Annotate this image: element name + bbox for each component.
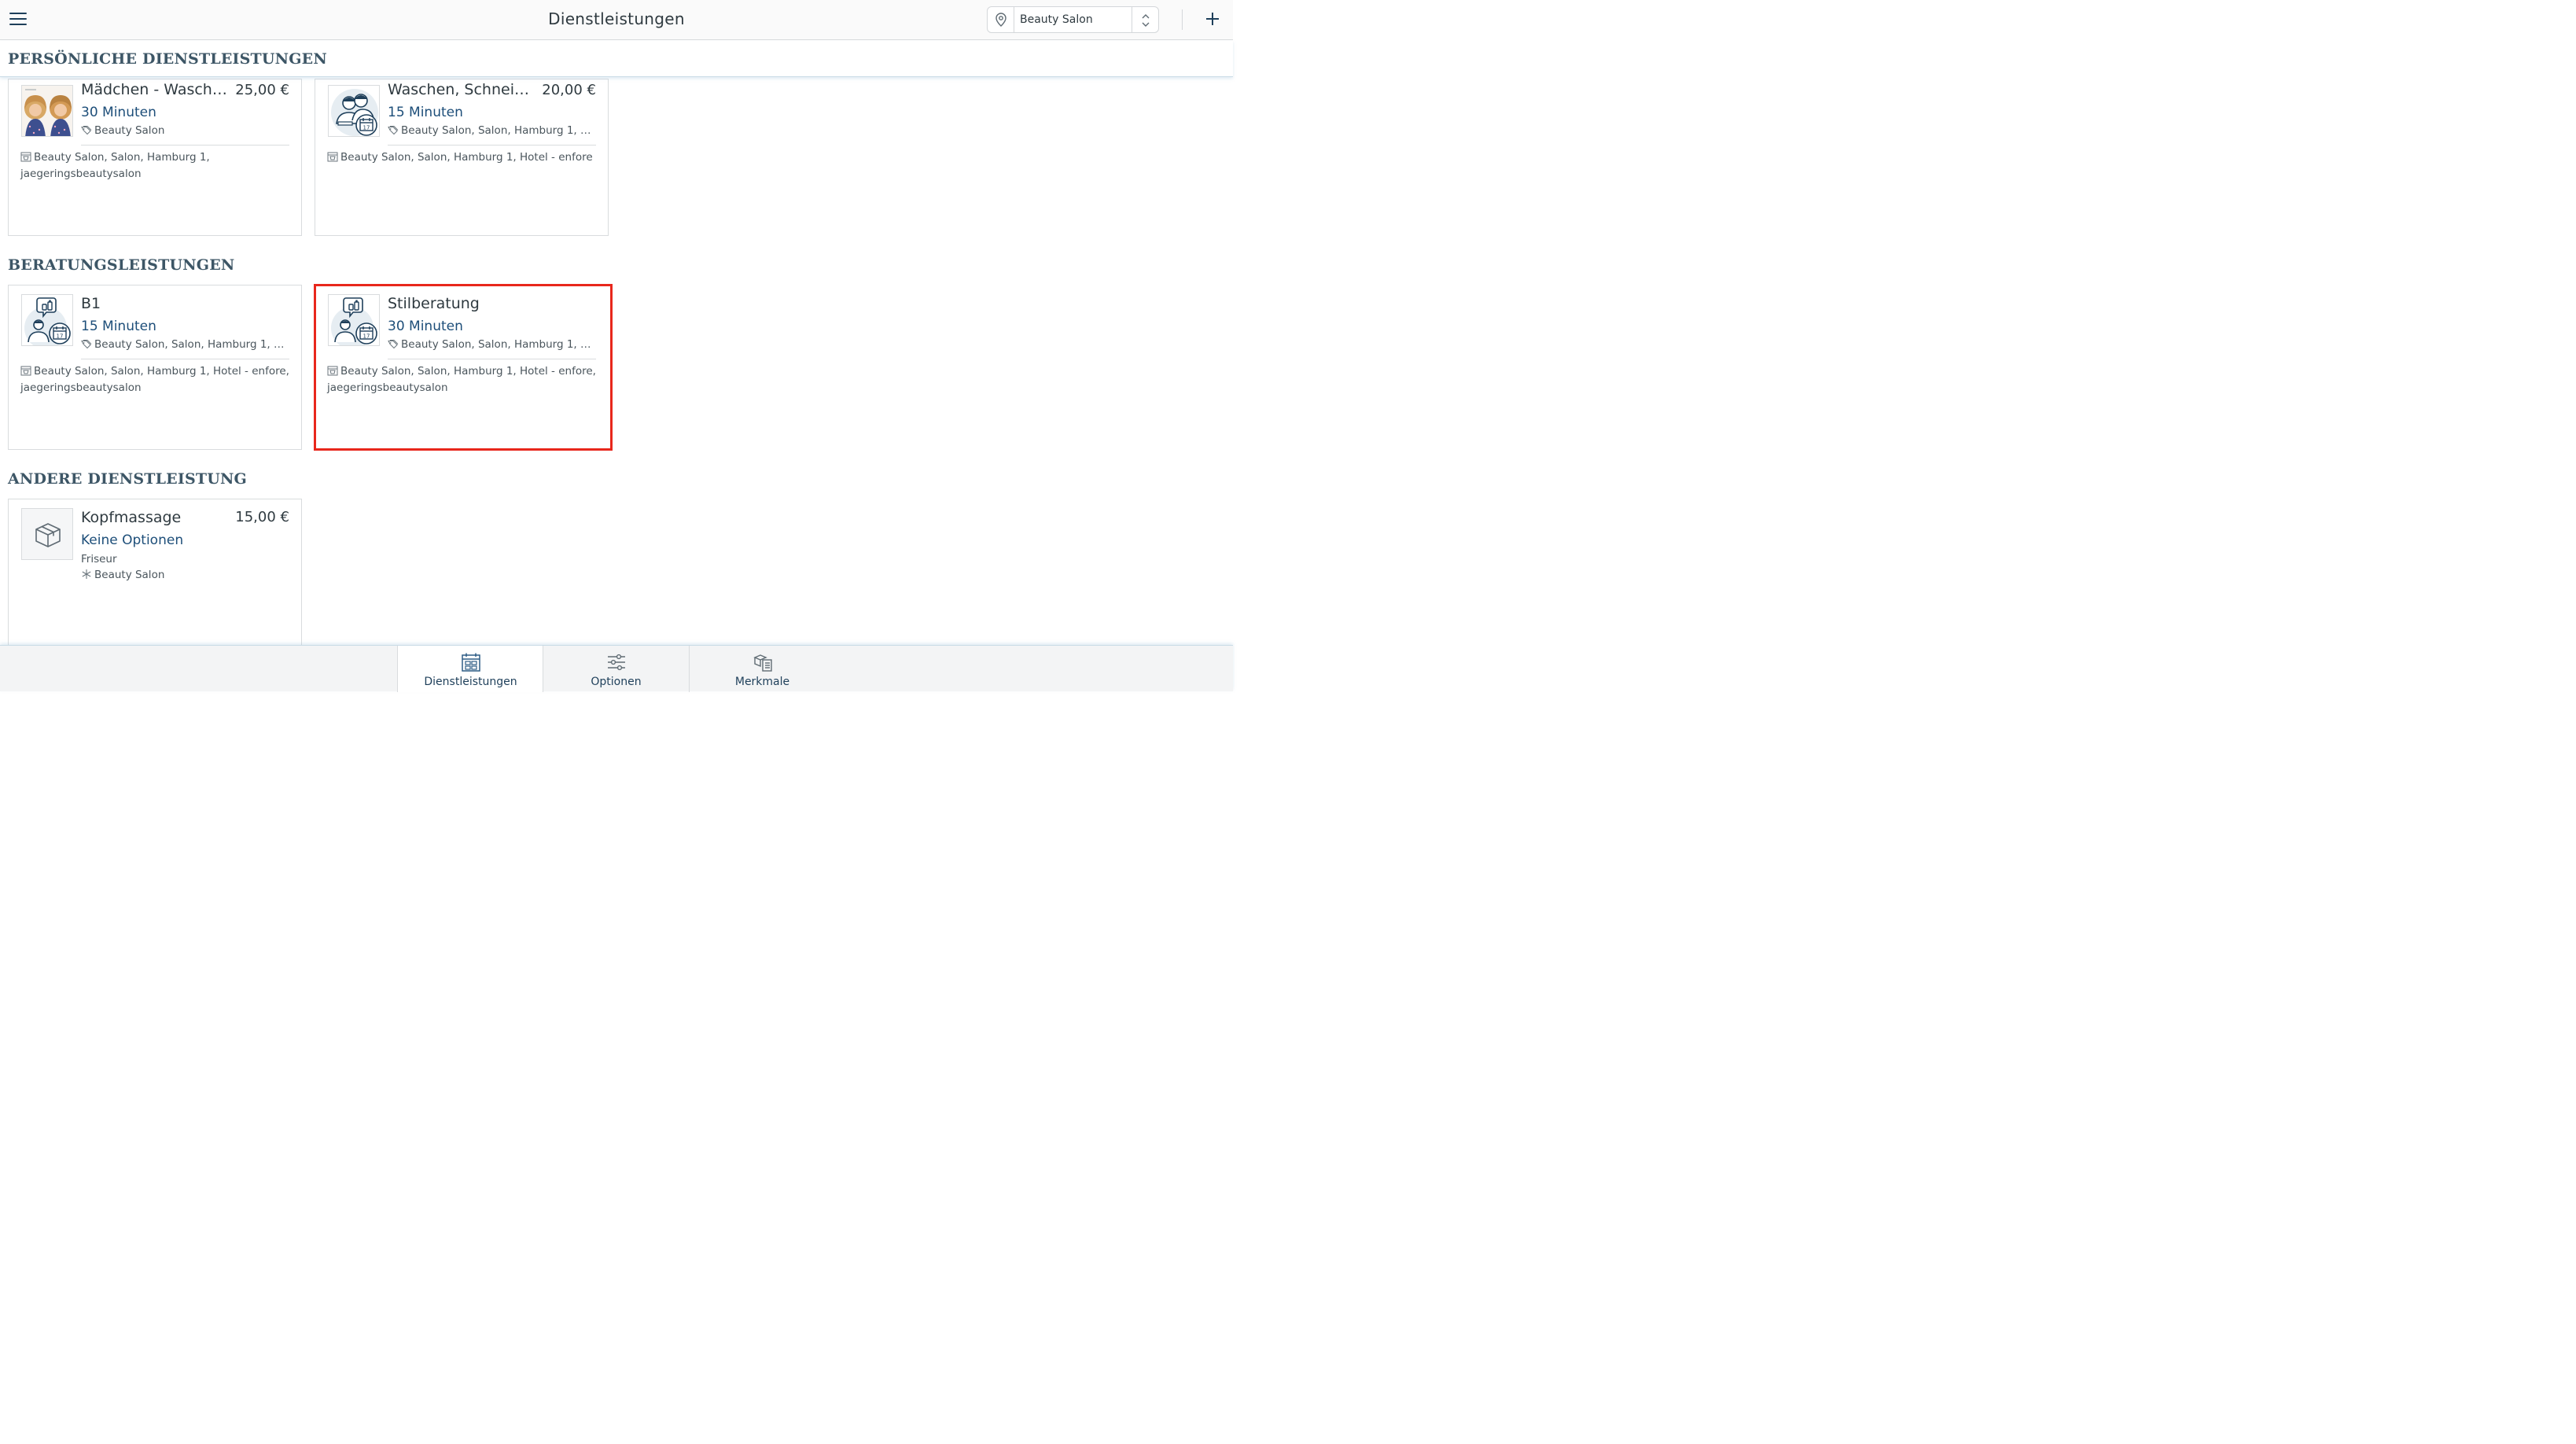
service-tagline: Beauty Salon bbox=[81, 124, 164, 137]
service-price: 20,00 € bbox=[542, 82, 596, 98]
location-selector-value: Beauty Salon bbox=[1020, 13, 1093, 26]
service-locations: Beauty Salon, Salon, Hamburg 1, Hotel - … bbox=[327, 149, 598, 166]
tab-dienstleistungen[interactable]: Dienstleistungen bbox=[397, 646, 543, 692]
tag-icon bbox=[81, 340, 92, 349]
snowflake-icon bbox=[81, 569, 92, 580]
toolbar-divider bbox=[1182, 9, 1183, 30]
service-card-kopfmassage[interactable]: Kopfmassage 15,00 € Keine Optionen Frise… bbox=[8, 499, 302, 656]
service-duration: 30 Minuten bbox=[388, 319, 463, 334]
service-duration: 15 Minuten bbox=[81, 319, 156, 334]
top-bar: Dienstleistungen Beauty Salon bbox=[0, 0, 1233, 40]
map-pin-icon bbox=[988, 7, 1014, 32]
service-card-waschen[interactable]: Waschen, Schneid... 20,00 € 15 Minuten B… bbox=[315, 79, 609, 236]
service-price: 15,00 € bbox=[235, 509, 289, 525]
service-name: Waschen, Schneid... bbox=[388, 81, 537, 98]
card-divider bbox=[388, 145, 596, 146]
service-locations: Beauty Salon, Salon, Hamburg 1, Hotel - … bbox=[327, 365, 596, 394]
store-icon bbox=[327, 366, 338, 376]
tab-label: Dienstleistungen bbox=[424, 676, 517, 688]
section-title-beratungsleistungen: BERATUNGSLEISTUNGEN bbox=[8, 256, 235, 274]
service-tagline: Beauty Salon, Salon, Hamburg 1, Hot... bbox=[388, 338, 598, 351]
service-name: Kopfmassage bbox=[81, 509, 182, 526]
service-locations: Beauty Salon, Salon, Hamburg 1, Hotel - … bbox=[20, 365, 289, 394]
services-grid-icon bbox=[461, 652, 481, 676]
plus-icon[interactable] bbox=[1202, 8, 1224, 30]
card-divider bbox=[81, 145, 289, 146]
service-duration: 15 Minuten bbox=[388, 105, 463, 120]
service-name: B1 bbox=[81, 295, 101, 312]
service-name: Mädchen - Wasche... bbox=[81, 81, 230, 98]
service-locations: Beauty Salon, Salon, Hamburg 1, jaegerin… bbox=[20, 151, 210, 180]
service-name: Stilberatung bbox=[388, 295, 480, 312]
service-card-b1[interactable]: B1 15 Minuten Beauty Salon, Salon, Hambu… bbox=[8, 285, 302, 450]
sliders-icon bbox=[606, 652, 627, 676]
tag-icon bbox=[388, 340, 399, 349]
up-down-chevron-icon bbox=[1132, 7, 1158, 32]
section-header-persoenliche: PERSÖNLICHE DIENSTLEISTUNGEN bbox=[0, 41, 1233, 77]
girls-haircut-photo bbox=[21, 85, 73, 137]
service-tagline: Beauty Salon bbox=[81, 569, 164, 581]
tab-merkmale[interactable]: Merkmale bbox=[689, 646, 835, 692]
service-options: Keine Optionen bbox=[81, 532, 184, 548]
tag-icon bbox=[388, 126, 399, 135]
section-title-andere: ANDERE DIENSTLEISTUNG bbox=[8, 470, 247, 488]
features-icon bbox=[753, 652, 773, 676]
location-selector[interactable]: Beauty Salon bbox=[987, 6, 1159, 33]
box-icon bbox=[21, 508, 73, 560]
service-category: Friseur bbox=[81, 553, 117, 565]
tab-optionen[interactable]: Optionen bbox=[543, 646, 689, 692]
two-persons-calendar-icon bbox=[328, 85, 380, 137]
service-tagline: Beauty Salon, Salon, Hamburg 1, Hot... bbox=[388, 124, 598, 137]
store-icon bbox=[20, 152, 31, 162]
service-price: 25,00 € bbox=[235, 82, 289, 98]
service-tagline: Beauty Salon, Salon, Hamburg 1, Hot... bbox=[81, 338, 292, 351]
bottom-tab-bar: Dienstleistungen Optionen Merkmale bbox=[0, 645, 1233, 692]
service-card-maedchen[interactable]: Mädchen - Wasche... 25,00 € 30 Minuten B… bbox=[8, 79, 302, 236]
service-card-stilberatung[interactable]: Stilberatung 30 Minuten Beauty Salon, Sa… bbox=[314, 284, 613, 451]
tab-label: Merkmale bbox=[734, 676, 790, 688]
consultation-calendar-icon bbox=[21, 294, 73, 346]
store-icon bbox=[20, 366, 31, 376]
store-icon bbox=[327, 152, 338, 162]
service-duration: 30 Minuten bbox=[81, 105, 156, 120]
section-title: PERSÖNLICHE DIENSTLEISTUNGEN bbox=[8, 50, 327, 68]
consultation-calendar-icon bbox=[328, 294, 380, 346]
tab-label: Optionen bbox=[591, 676, 642, 688]
tag-icon bbox=[81, 126, 92, 135]
